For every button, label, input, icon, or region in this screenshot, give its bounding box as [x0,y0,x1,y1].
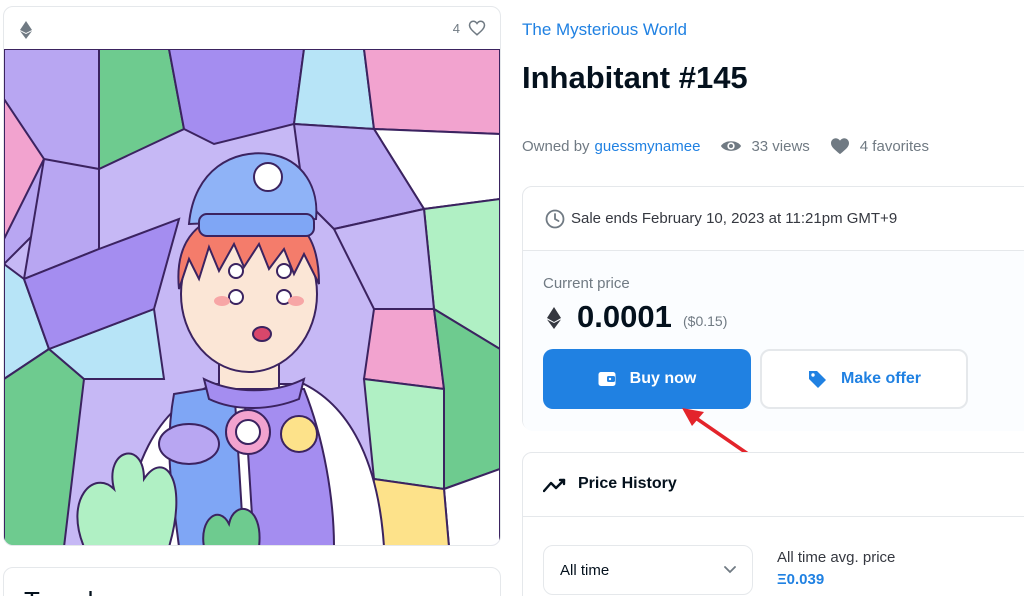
clock-icon [545,209,565,229]
nft-artwork[interactable] [4,49,500,546]
nft-title: Inhabitant #145 [522,60,748,95]
current-price-value: 0.0001 [577,299,672,334]
wallet-icon [598,372,616,386]
sale-panel: Sale ends February 10, 2023 at 11:21pm G… [522,186,1024,431]
current-price-label: Current price [543,275,630,292]
owned-by-label: Owned by [522,137,590,155]
details-card-heading: T... ...l... [24,586,115,596]
favorite-count: 4 [452,21,460,36]
chevron-down-icon [724,566,736,574]
ethereum-icon [20,21,32,39]
sale-body: Current price 0.0001 ($0.15) Buy now Mak… [523,251,1024,431]
trend-icon [543,478,566,493]
price-history-title: Price History [578,475,677,492]
card-header: 4 [4,7,500,49]
nft-card: 4 [3,6,501,546]
avg-price-value: Ξ0.039 [777,571,825,588]
make-offer-button[interactable]: Make offer [760,349,968,409]
owner-link[interactable]: guessmynamee [595,138,701,155]
ethereum-icon [547,307,561,329]
avg-price-label: All time avg. price [777,549,896,566]
sale-ends-text: Sale ends February 10, 2023 at 11:21pm G… [571,210,898,227]
eye-icon [721,141,742,151]
collection-link[interactable]: The Mysterious World [522,20,687,40]
details-card: T... ...l... [3,567,501,596]
current-price-usd: ($0.15) [683,313,728,329]
buy-now-button[interactable]: Buy now [543,349,751,409]
owner-row: Owned by guessmynamee 33 views 4 favorit… [522,136,929,156]
favorites-count: 4 favorites [859,137,929,155]
price-history-header[interactable]: Price History [523,453,1024,517]
heart-filled-icon [830,138,849,155]
sale-header: Sale ends February 10, 2023 at 11:21pm G… [523,187,1024,251]
time-filter-select[interactable]: All time [543,545,753,595]
tag-icon [808,371,826,388]
price-history-panel: Price History All time All time avg. pri… [522,452,1024,596]
views-count: 33 views [751,137,810,155]
make-offer-label: Make offer [840,370,922,387]
buy-now-label: Buy now [629,370,697,387]
heart-outline-icon[interactable] [468,19,486,37]
time-filter-value: All time [560,562,610,579]
